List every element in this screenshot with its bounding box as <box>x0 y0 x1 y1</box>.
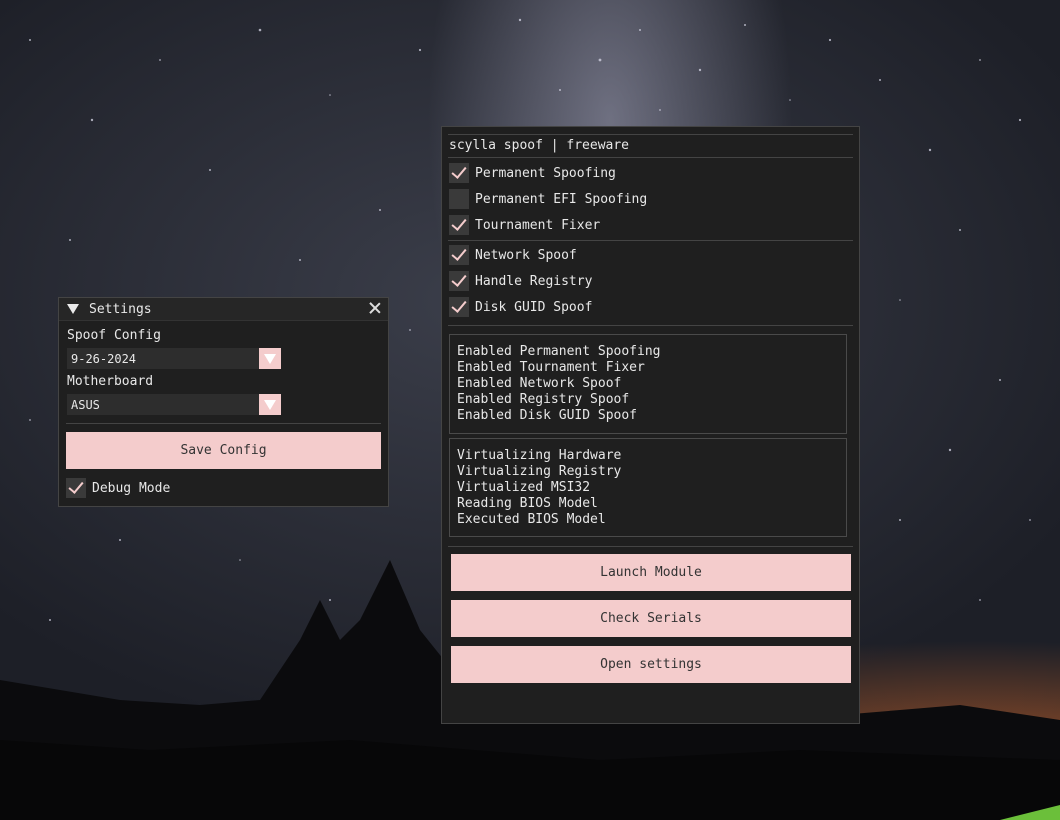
motherboard-value: ASUS <box>71 397 100 412</box>
option-tournament-fixer[interactable]: Tournament Fixer <box>449 215 600 235</box>
checkbox-icon[interactable] <box>449 189 469 209</box>
settings-titlebar[interactable]: Settings <box>59 298 388 321</box>
motherboard-label: Motherboard <box>67 374 154 389</box>
divider <box>66 423 381 424</box>
checkmark-icon[interactable] <box>449 297 469 317</box>
log-line: Reading BIOS Model <box>457 496 598 511</box>
check-serials-button[interactable]: Check Serials <box>451 600 851 637</box>
option-label: Permanent EFI Spoofing <box>475 191 648 207</box>
motherboard-dropdown[interactable]: ASUS <box>67 394 281 415</box>
spoof-config-dropdown[interactable]: 9-26-2024 <box>67 348 281 369</box>
dropdown-arrow-icon[interactable] <box>259 394 281 415</box>
app-title: scylla spoof | freeware <box>449 138 630 153</box>
divider <box>448 546 853 547</box>
log-line: Virtualizing Registry <box>457 464 622 479</box>
settings-title: Settings <box>89 301 152 317</box>
dropdown-arrow-icon[interactable] <box>259 348 281 369</box>
log-line: Enabled Permanent Spoofing <box>457 344 661 359</box>
log-line: Enabled Registry Spoof <box>457 392 630 407</box>
log-line: Virtualizing Hardware <box>457 448 622 463</box>
log-line: Enabled Tournament Fixer <box>457 360 645 375</box>
option-label: Network Spoof <box>475 247 577 263</box>
status-log-panel: Virtualizing Hardware Virtualizing Regis… <box>449 438 847 537</box>
option-label: Disk GUID Spoof <box>475 299 593 315</box>
spoof-config-value: 9-26-2024 <box>71 351 137 366</box>
close-icon[interactable] <box>368 301 382 315</box>
option-label: Handle Registry <box>475 273 593 289</box>
option-network-spoof[interactable]: Network Spoof <box>449 245 577 265</box>
option-label: Permanent Spoofing <box>475 165 616 181</box>
save-config-button[interactable]: Save Config <box>66 432 381 469</box>
log-line: Executed BIOS Model <box>457 512 606 527</box>
debug-mode-label: Debug Mode <box>92 480 171 496</box>
spoof-config-label: Spoof Config <box>67 328 161 343</box>
checkmark-icon[interactable] <box>66 478 86 498</box>
option-permanent-spoofing[interactable]: Permanent Spoofing <box>449 163 616 183</box>
option-permanent-efi-spoofing[interactable]: Permanent EFI Spoofing <box>449 189 647 209</box>
debug-mode-checkbox[interactable]: Debug Mode <box>66 478 170 498</box>
main-window: scylla spoof | freeware Permanent Spoofi… <box>441 126 860 724</box>
enabled-log-panel: Enabled Permanent Spoofing Enabled Tourn… <box>449 334 847 434</box>
divider <box>448 134 853 135</box>
checkmark-icon[interactable] <box>449 245 469 265</box>
settings-window: Settings Spoof Config 9-26-2024 Motherbo… <box>58 297 389 507</box>
divider <box>448 325 853 326</box>
checkmark-icon[interactable] <box>449 215 469 235</box>
checkmark-icon[interactable] <box>449 163 469 183</box>
divider <box>448 240 853 241</box>
checkmark-icon[interactable] <box>449 271 469 291</box>
option-handle-registry[interactable]: Handle Registry <box>449 271 592 291</box>
launch-module-button[interactable]: Launch Module <box>451 554 851 591</box>
log-line: Virtualized MSI32 <box>457 480 591 495</box>
collapse-triangle-icon[interactable] <box>67 304 79 314</box>
divider <box>448 157 853 158</box>
option-disk-guid-spoof[interactable]: Disk GUID Spoof <box>449 297 592 317</box>
open-settings-button[interactable]: Open settings <box>451 646 851 683</box>
log-line: Enabled Disk GUID Spoof <box>457 408 638 423</box>
log-line: Enabled Network Spoof <box>457 376 622 391</box>
option-label: Tournament Fixer <box>475 217 601 233</box>
